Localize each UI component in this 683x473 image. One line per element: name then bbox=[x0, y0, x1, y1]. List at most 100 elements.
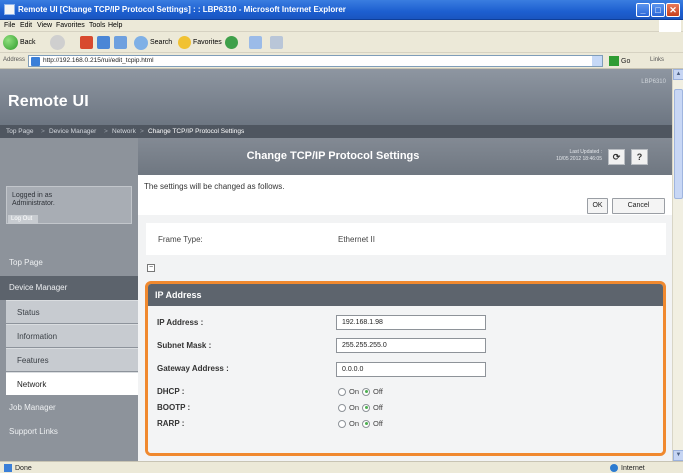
sidebar-item-information[interactable]: Information bbox=[6, 324, 138, 347]
menu-edit[interactable]: Edit bbox=[20, 22, 32, 29]
dhcp-radio-group: On Off bbox=[338, 387, 383, 396]
remoteui-logo: Remote UI bbox=[8, 93, 89, 110]
ip-address-label: IP Address : bbox=[157, 318, 204, 327]
frame-type-row: Frame Type: Ethernet II bbox=[146, 223, 666, 255]
breadcrumb-top-page[interactable]: Top Page bbox=[6, 128, 33, 135]
scroll-up-icon[interactable]: ▲ bbox=[673, 69, 683, 80]
bootp-on-radio[interactable] bbox=[338, 403, 346, 412]
breadcrumb: Top Page > Device Manager > Network > Ch… bbox=[0, 125, 672, 138]
favorites-button[interactable]: Favorites bbox=[178, 35, 222, 50]
last-updated: Last Updated : 10/05 2012 18:46:05 bbox=[556, 149, 602, 162]
rarp-on-radio[interactable] bbox=[338, 419, 346, 428]
page-done-icon bbox=[4, 464, 12, 472]
address-input[interactable]: http://192.168.0.215/rui/edit_tcpip.html bbox=[28, 55, 603, 67]
stop-icon bbox=[80, 36, 93, 49]
login-status: Logged in as Administrator. bbox=[12, 192, 55, 207]
go-button[interactable]: Go bbox=[609, 55, 633, 67]
page-title: Change TCP/IP Protocol Settings bbox=[246, 150, 420, 162]
cancel-button[interactable]: Cancel bbox=[612, 198, 665, 214]
ip-address-field[interactable]: 192.168.1.98 bbox=[336, 315, 486, 330]
security-zone: Internet bbox=[610, 464, 645, 472]
forward-button[interactable] bbox=[50, 35, 65, 50]
page-viewport: Remote UI LBP6310 Top Page > Device Mana… bbox=[0, 69, 672, 461]
address-dropdown-icon[interactable] bbox=[592, 56, 602, 66]
forward-arrow-icon bbox=[50, 35, 65, 50]
menu-file[interactable]: File bbox=[4, 22, 15, 29]
window-titlebar: Remote UI [Change TCP/IP Protocol Settin… bbox=[0, 0, 683, 20]
remoteui-header: Remote UI LBP6310 bbox=[0, 69, 672, 125]
logout-button[interactable]: Log Out bbox=[8, 215, 38, 224]
links-button[interactable]: Links bbox=[650, 57, 664, 63]
dhcp-on-radio[interactable] bbox=[338, 387, 346, 396]
sidebar-item-device-manager[interactable]: Device Manager bbox=[0, 276, 138, 300]
refresh-status-button[interactable]: ⟳ bbox=[608, 149, 625, 165]
star-icon bbox=[178, 36, 191, 49]
window-title: Remote UI [Change TCP/IP Protocol Settin… bbox=[18, 5, 346, 14]
home-icon bbox=[114, 36, 127, 49]
menu-favorites[interactable]: Favorites bbox=[56, 22, 85, 29]
mail-icon bbox=[249, 36, 262, 49]
collapse-toggle[interactable]: − bbox=[147, 264, 155, 272]
mail-button[interactable] bbox=[249, 35, 262, 50]
minimize-button[interactable]: _ bbox=[636, 3, 650, 17]
status-done: Done bbox=[4, 464, 32, 472]
sidebar-item-network[interactable]: Network bbox=[6, 372, 138, 395]
sidebar-item-job-manager[interactable]: Job Manager bbox=[0, 396, 138, 420]
bootp-off-radio[interactable] bbox=[362, 403, 371, 412]
breadcrumb-device-manager[interactable]: Device Manager bbox=[49, 128, 96, 135]
back-button[interactable]: Back bbox=[3, 35, 36, 50]
rarp-off-radio[interactable] bbox=[362, 419, 371, 428]
history-icon bbox=[225, 36, 238, 49]
refresh-button[interactable] bbox=[97, 35, 110, 50]
rarp-label: RARP : bbox=[157, 419, 185, 428]
sidebar: Logged in as Administrator. Log Out Top … bbox=[0, 138, 138, 461]
maximize-button[interactable]: □ bbox=[651, 3, 665, 17]
sidebar-item-status[interactable]: Status bbox=[6, 300, 138, 323]
menu-view[interactable]: View bbox=[37, 22, 52, 29]
ip-address-section: IP Address IP Address : 192.168.1.98 Sub… bbox=[145, 281, 666, 456]
bootp-radio-group: On Off bbox=[338, 403, 383, 412]
ok-button[interactable]: OK bbox=[587, 198, 608, 214]
gateway-address-field[interactable]: 0.0.0.0 bbox=[336, 362, 486, 377]
print-button[interactable] bbox=[270, 35, 283, 50]
page-icon bbox=[31, 57, 40, 66]
sidebar-item-support-links[interactable]: Support Links bbox=[0, 420, 138, 444]
stop-button[interactable] bbox=[80, 35, 93, 50]
refresh-page-icon bbox=[97, 36, 110, 49]
gateway-address-label: Gateway Address : bbox=[157, 364, 229, 373]
ip-section-body: IP Address : 192.168.1.98 Subnet Mask : … bbox=[148, 306, 663, 453]
scroll-down-icon[interactable]: ▼ bbox=[673, 450, 683, 461]
print-icon bbox=[270, 36, 283, 49]
address-bar: Address http://192.168.0.215/rui/edit_tc… bbox=[0, 53, 683, 69]
subnet-mask-field[interactable]: 255.255.255.0 bbox=[336, 338, 486, 353]
login-box: Logged in as Administrator. Log Out bbox=[6, 186, 132, 224]
vertical-scrollbar[interactable]: ▲ ▼ bbox=[672, 69, 683, 461]
help-button[interactable]: ? bbox=[631, 149, 648, 165]
home-button[interactable] bbox=[114, 35, 127, 50]
close-button[interactable]: ✕ bbox=[666, 3, 680, 17]
search-button[interactable]: Search bbox=[134, 35, 172, 50]
internet-zone-icon bbox=[610, 464, 618, 472]
frame-type-label: Frame Type: bbox=[158, 235, 203, 244]
dhcp-label: DHCP : bbox=[157, 387, 185, 396]
address-label: Address bbox=[3, 57, 26, 63]
refresh-icon: ⟳ bbox=[612, 152, 621, 162]
history-button[interactable] bbox=[225, 35, 238, 50]
browser-toolbar: Back Search Favorites bbox=[0, 32, 683, 53]
windows-logo-icon bbox=[659, 20, 681, 32]
sidebar-item-features[interactable]: Features bbox=[6, 348, 138, 371]
dhcp-off-radio[interactable] bbox=[362, 387, 371, 396]
breadcrumb-network[interactable]: Network bbox=[112, 128, 136, 135]
rarp-radio-group: On Off bbox=[338, 419, 383, 428]
scroll-thumb[interactable] bbox=[674, 89, 683, 199]
bootp-label: BOOTP : bbox=[157, 403, 191, 412]
go-arrow-icon bbox=[609, 56, 619, 66]
menu-tools[interactable]: Tools bbox=[89, 22, 105, 29]
status-bar: Done Internet bbox=[0, 461, 683, 473]
main-panel: Change TCP/IP Protocol Settings Last Upd… bbox=[138, 138, 672, 461]
sidebar-item-top-page[interactable]: Top Page bbox=[0, 251, 138, 275]
address-url: http://192.168.0.215/rui/edit_tcpip.html bbox=[43, 57, 154, 64]
menu-help[interactable]: Help bbox=[108, 22, 122, 29]
device-model: LBP6310 bbox=[641, 79, 666, 85]
breadcrumb-current: Change TCP/IP Protocol Settings bbox=[148, 128, 245, 135]
